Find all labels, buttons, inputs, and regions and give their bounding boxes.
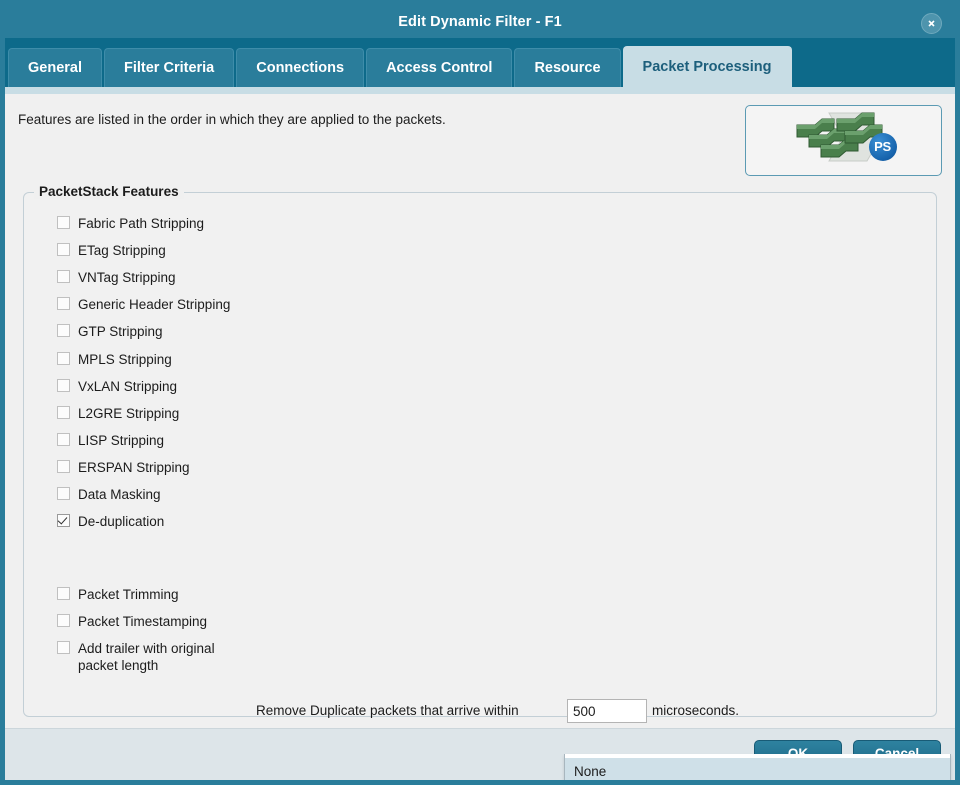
tab-connections[interactable]: Connections xyxy=(236,48,364,87)
feature-label: ERSPAN Stripping xyxy=(78,459,190,476)
tab-bar: GeneralFilter CriteriaConnectionsAccess … xyxy=(5,38,955,87)
feature-checkbox[interactable] xyxy=(57,324,70,337)
feature-row[interactable]: Packet Timestamping xyxy=(57,613,247,630)
feature-label: GTP Stripping xyxy=(78,323,163,340)
feature-label: ETag Stripping xyxy=(78,242,166,259)
feature-label: Data Masking xyxy=(78,486,161,503)
feature-row[interactable]: GTP Stripping xyxy=(57,323,163,340)
packetstack-logo-icon: PS xyxy=(789,111,899,171)
packetstack-features-group: PacketStack Features Fabric Path Strippi… xyxy=(23,192,937,717)
feature-row[interactable]: Packet Trimming xyxy=(57,586,247,603)
ps-badge: PS xyxy=(869,133,897,161)
tab-packet-processing[interactable]: Packet Processing xyxy=(623,46,792,87)
intro-text: Features are listed in the order in whic… xyxy=(18,112,446,127)
tab-resource[interactable]: Resource xyxy=(514,48,620,87)
feature-row[interactable]: Add trailer with original packet length xyxy=(57,640,247,674)
feature-label: Packet Trimming xyxy=(78,586,179,603)
remove-duplicate-label: Remove Duplicate packets that arrive wit… xyxy=(256,703,519,718)
feature-row[interactable]: L2GRE Stripping xyxy=(57,405,179,422)
tab-general[interactable]: General xyxy=(8,48,102,87)
feature-checkbox[interactable] xyxy=(57,641,70,654)
feature-checkbox[interactable] xyxy=(57,216,70,229)
feature-checkbox[interactable] xyxy=(57,379,70,392)
feature-checkbox[interactable] xyxy=(57,270,70,283)
close-icon[interactable] xyxy=(921,13,942,34)
feature-label: LISP Stripping xyxy=(78,432,164,449)
feature-row[interactable]: De-duplication xyxy=(57,513,164,530)
ignore-header-option-list: NoneMACMAC and VLANMAC, VLAN and MPLSMAC… xyxy=(564,754,951,785)
group-title: PacketStack Features xyxy=(34,184,184,199)
edit-dynamic-filter-dialog: Edit Dynamic Filter - F1 GeneralFilter C… xyxy=(0,0,960,785)
feature-row[interactable]: MPLS Stripping xyxy=(57,351,172,368)
feature-checkbox[interactable] xyxy=(57,433,70,446)
feature-checkbox[interactable] xyxy=(57,243,70,256)
feature-label: L2GRE Stripping xyxy=(78,405,179,422)
tab-access-control[interactable]: Access Control xyxy=(366,48,512,87)
feature-checkbox[interactable] xyxy=(57,406,70,419)
dialog-content: Features are listed in the order in whic… xyxy=(5,94,955,729)
feature-row[interactable]: Data Masking xyxy=(57,486,161,503)
dialog-titlebar: Edit Dynamic Filter - F1 xyxy=(5,5,955,38)
packetstack-logo-box: PS xyxy=(745,105,942,176)
tab-filter-criteria[interactable]: Filter Criteria xyxy=(104,48,234,87)
feature-checkbox[interactable] xyxy=(57,487,70,500)
feature-label: Add trailer with original packet length xyxy=(78,640,215,674)
dedup-window-input[interactable] xyxy=(567,699,647,723)
feature-row[interactable]: ETag Stripping xyxy=(57,242,166,259)
feature-row[interactable]: LISP Stripping xyxy=(57,432,164,449)
feature-label: Generic Header Stripping xyxy=(78,296,230,313)
feature-checkbox[interactable] xyxy=(57,614,70,627)
feature-checkbox[interactable] xyxy=(57,352,70,365)
feature-label: VNTag Stripping xyxy=(78,269,176,286)
feature-label: Packet Timestamping xyxy=(78,613,207,630)
feature-label: VxLAN Stripping xyxy=(78,378,177,395)
feature-row[interactable]: Fabric Path Stripping xyxy=(57,215,204,232)
feature-checkbox[interactable] xyxy=(57,514,70,527)
feature-checkbox[interactable] xyxy=(57,587,70,600)
feature-checkbox[interactable] xyxy=(57,297,70,310)
dialog-title: Edit Dynamic Filter - F1 xyxy=(398,14,562,30)
ignore-header-option[interactable]: None xyxy=(565,758,950,785)
feature-row[interactable]: VNTag Stripping xyxy=(57,269,176,286)
feature-row[interactable]: ERSPAN Stripping xyxy=(57,459,190,476)
microseconds-label: microseconds. xyxy=(652,703,739,718)
feature-label: De-duplication xyxy=(78,513,164,530)
tab-underline xyxy=(5,87,955,94)
feature-label: MPLS Stripping xyxy=(78,351,172,368)
feature-row[interactable]: Generic Header Stripping xyxy=(57,296,230,313)
feature-label: Fabric Path Stripping xyxy=(78,215,204,232)
feature-checkbox[interactable] xyxy=(57,460,70,473)
feature-row[interactable]: VxLAN Stripping xyxy=(57,378,177,395)
